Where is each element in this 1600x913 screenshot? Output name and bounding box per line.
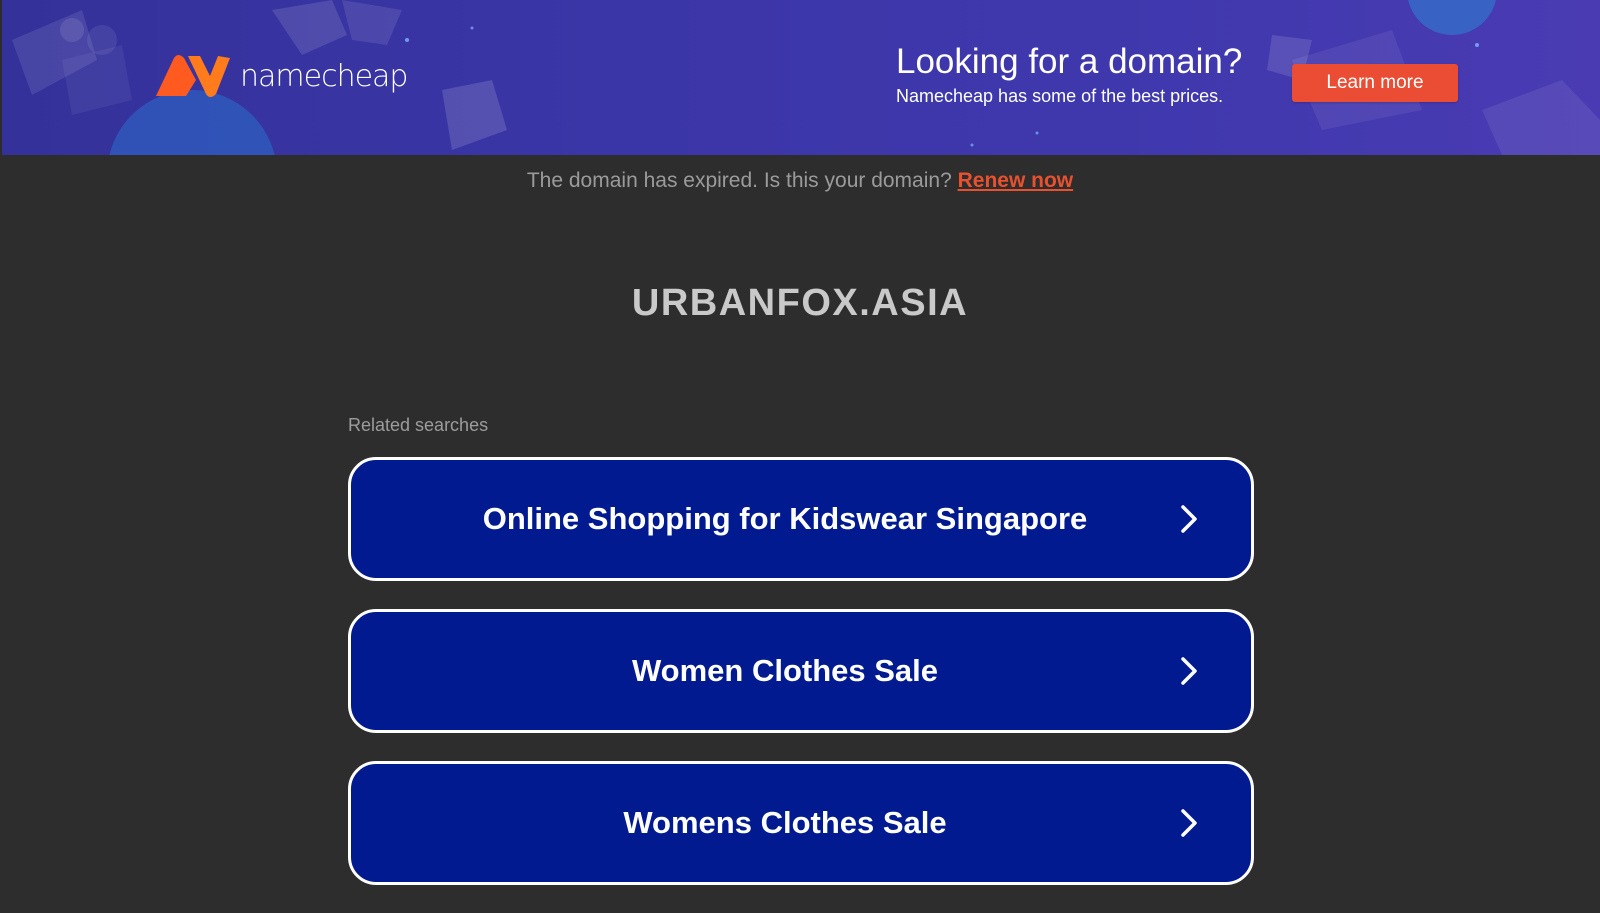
logo-text: namecheap <box>240 58 408 94</box>
related-search-label: Womens Clothes Sale <box>623 805 947 840</box>
related-searches-list: Online Shopping for Kidswear Singapore W… <box>348 457 1254 913</box>
namecheap-logo[interactable]: namecheap <box>152 50 408 102</box>
learn-more-button[interactable]: Learn more <box>1292 64 1458 102</box>
banner-title: Looking for a domain? <box>896 42 1243 81</box>
chevron-right-icon <box>1181 809 1197 837</box>
related-search-button[interactable]: Womens Clothes Sale <box>348 761 1254 885</box>
namecheap-logo-icon <box>156 55 230 97</box>
expired-notice: The domain has expired. Is this your dom… <box>0 167 1600 195</box>
related-search-button[interactable]: Online Shopping for Kidswear Singapore <box>348 457 1254 581</box>
renew-now-link[interactable]: Renew now <box>958 169 1074 192</box>
related-search-label: Online Shopping for Kidswear Singapore <box>482 501 1088 536</box>
related-search-button[interactable]: Women Clothes Sale <box>348 609 1254 733</box>
chevron-right-icon <box>1181 505 1197 533</box>
domain-name: URBANFOX.ASIA <box>631 282 969 324</box>
chevron-right-icon <box>1181 657 1197 685</box>
banner-subtitle: Namecheap has some of the best prices. <box>896 86 1224 106</box>
related-searches-label: Related searches <box>348 415 489 435</box>
notice-text: The domain has expired. Is this your dom… <box>526 169 952 192</box>
namecheap-banner[interactable]: namecheap Looking for a domain? Namechea… <box>2 0 1600 155</box>
banner-promo: Looking for a domain? Namecheap has some… <box>896 40 1242 108</box>
related-search-label: Women Clothes Sale <box>631 653 939 688</box>
